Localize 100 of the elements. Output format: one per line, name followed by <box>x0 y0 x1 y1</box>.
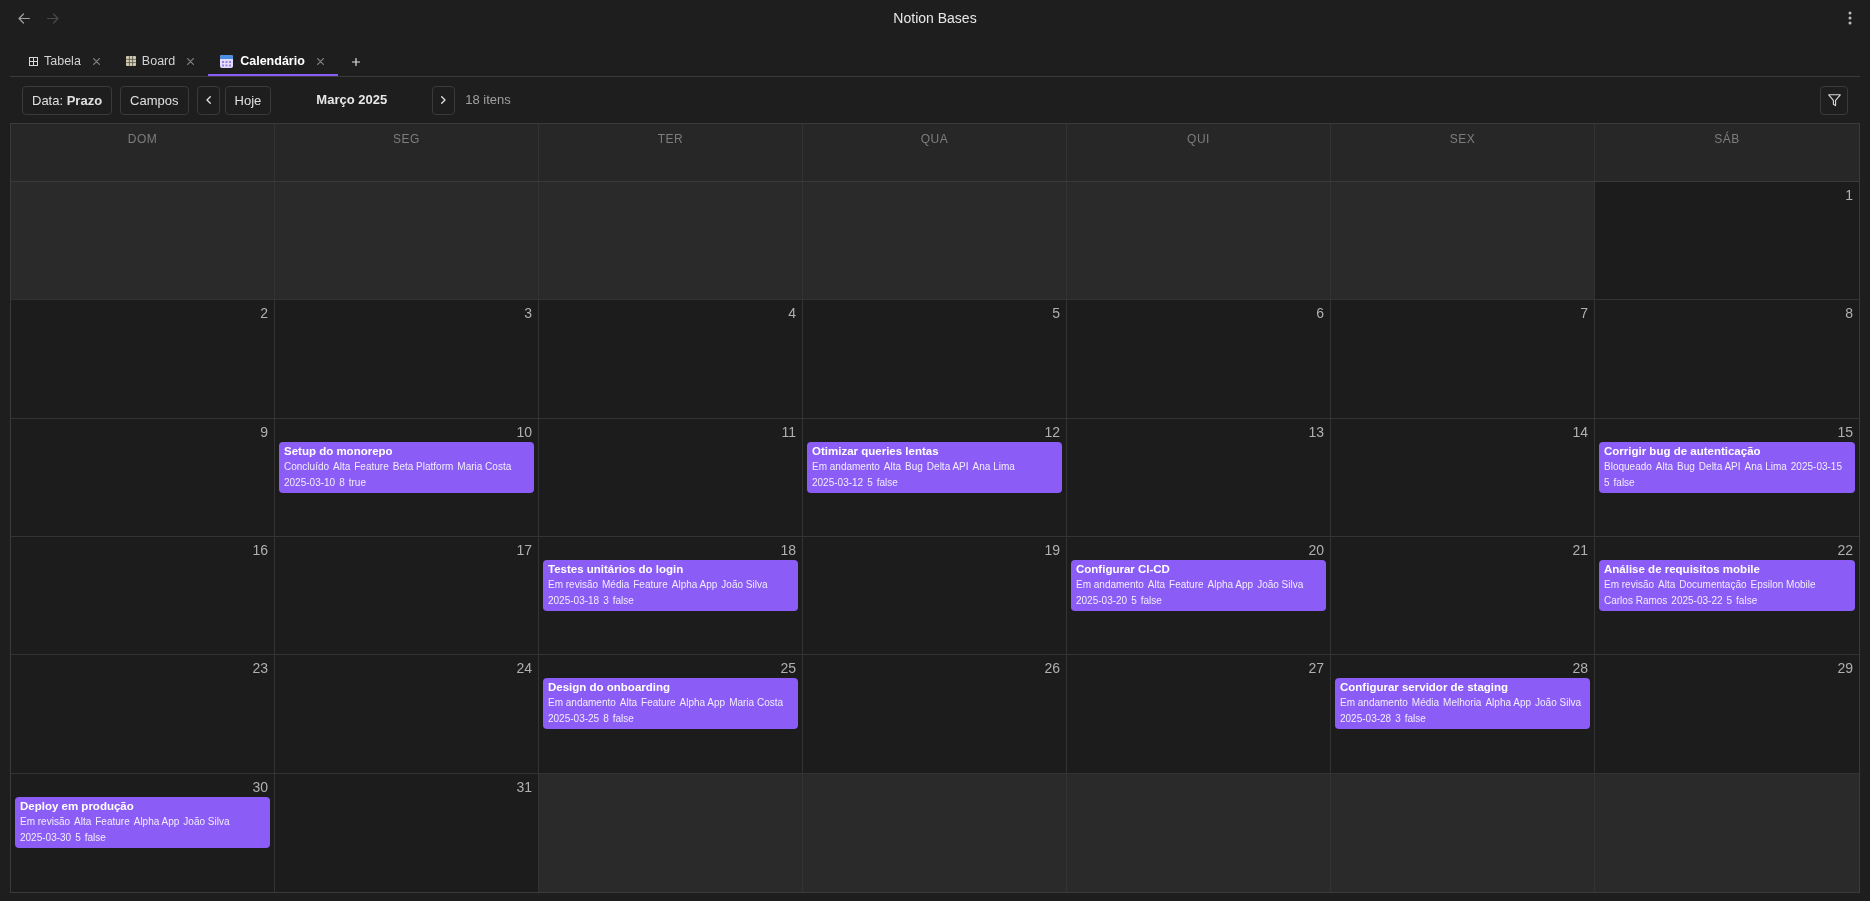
day-number: 5 <box>1052 304 1060 323</box>
weekday-label: DOM <box>127 131 158 148</box>
view-tab[interactable]: Tabela <box>17 48 114 76</box>
event-property: Em andamento <box>548 696 616 711</box>
day-number: 24 <box>516 659 532 678</box>
day-number: 7 <box>1580 304 1588 323</box>
weekday-label: QUI <box>1187 131 1210 148</box>
day-number: 2 <box>260 304 268 323</box>
event-property: João Silva <box>1535 696 1582 711</box>
day-number: 25 <box>780 659 796 678</box>
close-icon[interactable] <box>92 57 100 65</box>
event-property: 3 <box>603 594 609 608</box>
event-property: Alpha App <box>133 814 180 829</box>
event-card[interactable]: Análise de requisitos mobile Em revisão Alta Documentação Epsilon Mobile Carlos Ramos 2025-03-22 5 false <box>1599 560 1855 611</box>
event-property: 3 <box>1395 712 1401 727</box>
event-property: 2025-03-30 <box>20 830 72 845</box>
day-number: 12 <box>1044 422 1060 441</box>
date-property-button[interactable]: Data: Prazo <box>22 85 113 115</box>
back-arrow-icon[interactable] <box>18 12 30 24</box>
grid-icon <box>125 56 136 66</box>
event-property: Alpha App <box>671 578 718 592</box>
day-number: 30 <box>252 777 268 796</box>
event-property: 2025-03-15 <box>1790 459 1842 474</box>
day-number: 18 <box>780 541 796 559</box>
chevron-left-icon <box>205 96 211 104</box>
view-tab[interactable]: Board <box>113 48 209 76</box>
event-card[interactable]: Configurar servidor de staging Em andamento Média Melhoria Alpha App João Silva 2025-03-28 3 false <box>1335 678 1590 730</box>
event-property: João Silva <box>1257 578 1304 592</box>
event-property: 8 <box>603 712 609 727</box>
day-number: 8 <box>1845 304 1853 323</box>
event-property: Em andamento <box>1076 578 1144 592</box>
day-number: 31 <box>516 777 532 796</box>
month-label: Março 2025 <box>316 91 388 110</box>
event-property: Feature <box>1169 578 1204 592</box>
event-card[interactable]: Configurar CI-CD Em andamento Alta Feature Alpha App João Silva 2025-03-20 5 false <box>1071 560 1326 611</box>
day-number: 17 <box>516 541 532 559</box>
event-property: false <box>1613 475 1635 490</box>
event-property: Epsilon Mobile <box>1750 578 1816 592</box>
day-number: 20 <box>1308 541 1324 559</box>
next-month-button[interactable] <box>432 85 456 115</box>
event-title: Design do onboarding <box>548 680 672 696</box>
event-card[interactable]: Design do onboarding Em andamento Alta Feature Alpha App Maria Costa 2025-03-25 8 false <box>543 678 798 730</box>
event-property: Feature <box>354 459 389 474</box>
event-card[interactable]: Testes unitários do login Em revisão Média Feature Alpha App João Silva 2025-03-18 3 false <box>543 560 798 611</box>
event-card[interactable]: Corrigir bug de autenticação Bloqueado Alta Bug Delta API Ana Lima 2025-03-15 5 false <box>1599 441 1855 493</box>
event-property: Média <box>1411 696 1440 711</box>
fields-button[interactable]: Campos <box>120 85 189 115</box>
day-number: 3 <box>524 304 532 323</box>
event-property: 2025-03-28 <box>1340 712 1392 727</box>
event-property: Delta API <box>1698 459 1741 474</box>
event-property: Alta <box>333 459 351 474</box>
weekday-label: SEG <box>393 131 420 148</box>
event-property: 2025-03-25 <box>548 712 600 727</box>
event-property: 2025-03-10 <box>284 475 336 490</box>
day-number: 4 <box>788 304 796 323</box>
event-property: Alta <box>1658 578 1676 592</box>
event-property: Ana Lima <box>972 459 1015 474</box>
close-icon[interactable] <box>187 57 195 65</box>
event-property: Delta API <box>926 459 969 474</box>
event-title: Análise de requisitos mobile <box>1604 562 1761 577</box>
event-card[interactable]: Otimizar queries lentas Em andamento Alta Bug Delta API Ana Lima 2025-03-12 5 false <box>807 441 1062 493</box>
calendar-icon <box>220 54 234 68</box>
previous-month-button[interactable] <box>196 85 220 115</box>
window-title: Notion Bases <box>893 8 977 28</box>
event-property: Bug <box>1677 459 1695 474</box>
day-number: 16 <box>252 541 268 559</box>
event-property: Beta Platform <box>392 459 454 474</box>
event-card[interactable]: Deploy em produção Em revisão Alta Feature Alpha App João Silva 2025-03-30 5 false <box>15 796 270 848</box>
event-property: Melhoria <box>1443 696 1482 711</box>
day-number: 26 <box>1044 659 1060 678</box>
view-tab[interactable]: Calendário <box>208 48 338 76</box>
weekday-label: SÁB <box>1714 131 1740 148</box>
event-title: Configurar servidor de staging <box>1340 680 1510 696</box>
event-title: Otimizar queries lentas <box>812 443 940 459</box>
event-property: Maria Costa <box>729 696 784 711</box>
plus-icon[interactable] <box>351 58 360 66</box>
event-property: 2025-03-12 <box>812 475 864 490</box>
event-card[interactable]: Setup do monorepo Concluído Alta Feature Beta Platform Maria Costa 2025-03-10 8 true <box>279 441 534 493</box>
day-number: 22 <box>1837 541 1853 559</box>
event-property: 5 <box>75 830 81 845</box>
event-property: 5 <box>1726 594 1733 608</box>
day-number: 14 <box>1572 422 1588 441</box>
close-icon[interactable] <box>316 57 324 65</box>
event-property: 5 <box>1131 594 1137 608</box>
filter-icon <box>1827 93 1841 107</box>
event-title: Corrigir bug de autenticação <box>1604 443 1762 459</box>
event-property: false <box>84 830 106 845</box>
day-number: 27 <box>1308 659 1324 678</box>
filter-button[interactable] <box>1820 85 1848 115</box>
event-property: 5 <box>867 475 873 490</box>
event-property: Bug <box>905 459 923 474</box>
more-options-icon[interactable] <box>1848 11 1852 25</box>
day-number: 29 <box>1837 659 1853 678</box>
weekday-label: TER <box>657 131 684 148</box>
today-button[interactable]: Hoje <box>224 85 272 115</box>
table-icon <box>29 56 38 66</box>
item-count: 18 itens <box>465 91 511 110</box>
event-property: João Silva <box>183 814 230 829</box>
event-title: Configurar CI-CD <box>1076 562 1171 577</box>
day-number: 1 <box>1845 186 1853 204</box>
